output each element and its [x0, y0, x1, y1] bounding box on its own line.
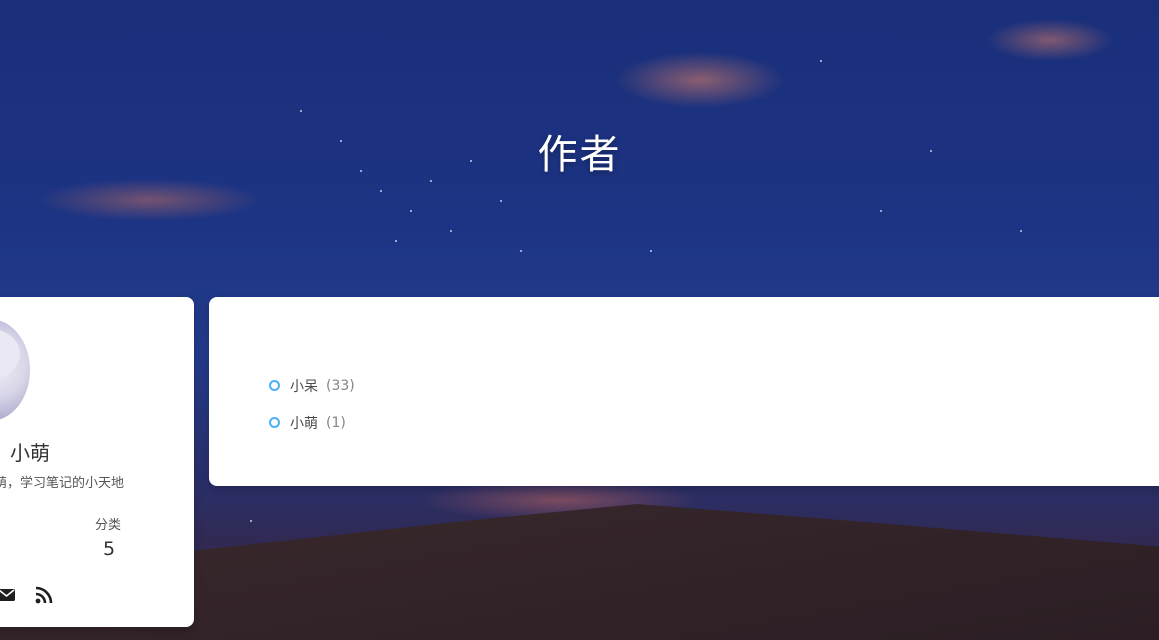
page-title: 作者 [537, 132, 622, 178]
rss-icon[interactable] [34, 585, 54, 605]
author-description: 萌，学习笔记的小天地 [0, 476, 125, 491]
post-count: (33) [326, 377, 355, 394]
circle-bullet-icon [269, 380, 280, 391]
author-link[interactable]: 小萌 [290, 413, 318, 433]
author-link[interactable]: 小呆 [290, 376, 318, 396]
list-item-author[interactable]: 小萌 (1) [269, 404, 355, 441]
categories-stat-value[interactable]: 5 [103, 538, 115, 560]
author-name: 小萌 [10, 441, 50, 465]
categories-stat-label[interactable]: 分类 [95, 514, 121, 533]
authors-list: 小呆 (33) 小萌 (1) [269, 367, 355, 441]
avatar[interactable] [0, 319, 30, 421]
circle-bullet-icon [269, 417, 280, 428]
authors-list-card: 小呆 (33) 小萌 (1) [209, 297, 1159, 486]
post-count: (1) [326, 414, 346, 431]
list-item-author[interactable]: 小呆 (33) [269, 367, 355, 404]
envelope-icon[interactable] [0, 585, 17, 605]
